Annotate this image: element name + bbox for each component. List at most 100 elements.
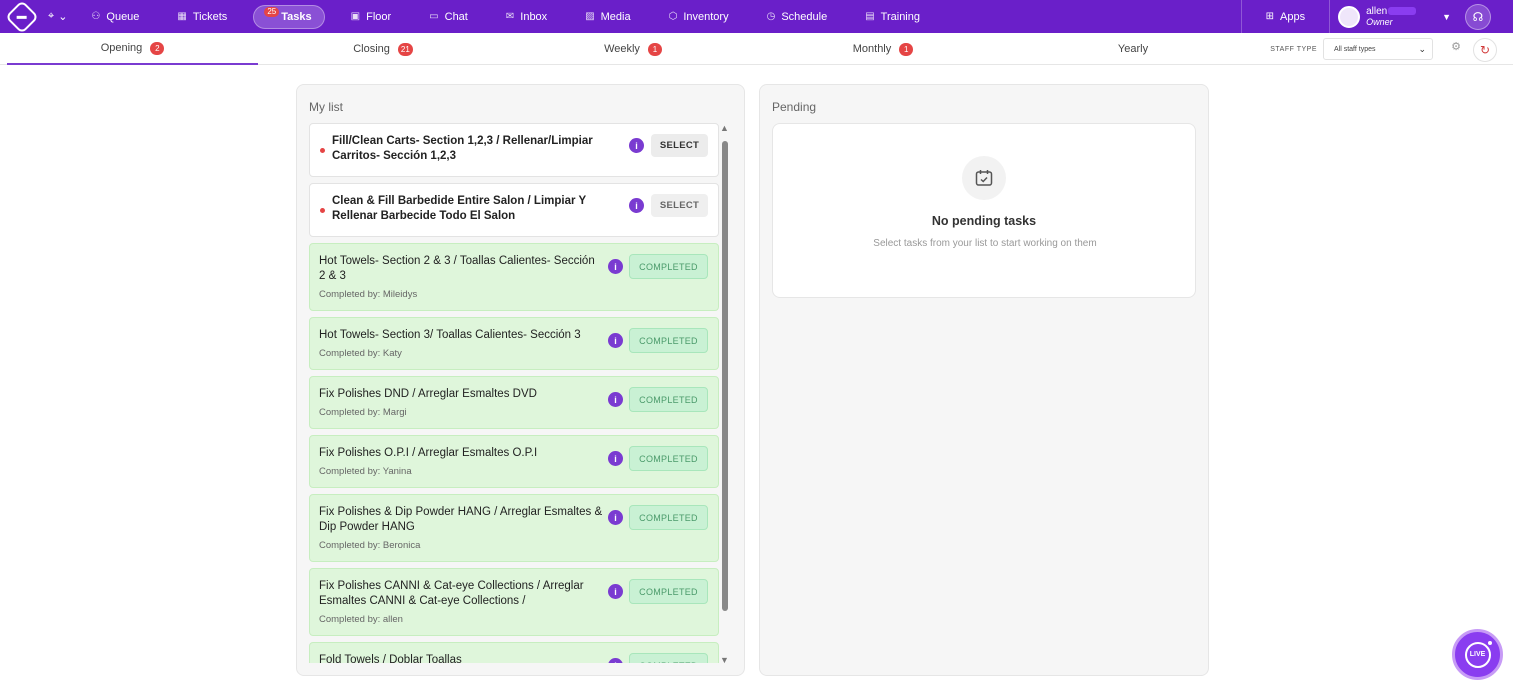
staff-type-value: All staff types <box>1334 45 1376 53</box>
info-icon[interactable]: i <box>608 510 623 525</box>
users-icon: ⚇ <box>91 11 101 22</box>
info-icon[interactable]: i <box>608 658 623 663</box>
tab-count-badge: 1 <box>899 42 914 56</box>
task-title: Fix Polishes O.P.I / Arreglar Esmaltes O… <box>319 447 538 459</box>
tab-label: Monthly <box>852 43 892 55</box>
select-button[interactable]: SELECT <box>651 194 708 217</box>
task-item[interactable]: Fold Towels / Doblar Toallas i COMPLETED <box>309 642 719 663</box>
task-item[interactable]: Fix Polishes CANNI & Cat-eye Collections… <box>309 568 719 636</box>
nav-label: Tasks <box>281 10 312 23</box>
task-title: Clean & Fill Barbedide Entire Salon / Li… <box>332 195 586 222</box>
grid-icon: ⊞ <box>1265 11 1274 22</box>
nav-media[interactable]: ▨ Media <box>573 5 642 29</box>
tab-weekly[interactable]: Weekly 1 <box>508 33 758 65</box>
headset-icon[interactable]: ☊ <box>1465 3 1491 30</box>
tab-label: Yearly <box>1117 43 1149 55</box>
nav-chat[interactable]: ▭ Chat <box>417 5 480 29</box>
completed-status: COMPLETED <box>629 579 708 604</box>
panel-title: My list <box>309 100 343 114</box>
staff-type-label: STAFF TYPE <box>1270 45 1317 53</box>
live-button[interactable]: LIVE <box>1452 629 1503 680</box>
completed-by: Completed by: Mileidys <box>319 289 418 300</box>
task-item[interactable]: Hot Towels- Section 2 & 3 / Toallas Cali… <box>309 243 719 311</box>
tab-count-badge: 21 <box>397 42 413 56</box>
task-title: Fix Polishes DND / Arreglar Esmaltes DVD <box>319 388 537 400</box>
completed-status: COMPLETED <box>629 254 708 279</box>
apps-button[interactable]: ⊞ Apps <box>1240 0 1331 33</box>
location-selector[interactable]: ⌖ ⌄ <box>48 10 67 23</box>
nav-floor[interactable]: ▣ Floor <box>339 5 404 29</box>
completed-by: Completed by: Beronica <box>319 540 421 551</box>
tab-closing[interactable]: Closing 21 <box>258 33 508 65</box>
user-role: Owner <box>1366 16 1393 27</box>
clock-icon: ◷ <box>766 11 776 22</box>
completed-status: COMPLETED <box>629 505 708 530</box>
tab-opening[interactable]: Opening 2 <box>7 33 258 65</box>
nav-label: Tickets <box>192 10 228 23</box>
nav-tasks[interactable]: 25☐Tasks <box>253 4 325 29</box>
task-item[interactable]: Hot Towels- Section 3/ Toallas Calientes… <box>309 317 719 370</box>
tab-label: Closing <box>353 43 390 55</box>
task-item[interactable]: Clean & Fill Barbedide Entire Salon / Li… <box>309 183 719 237</box>
empty-state-title: No pending tasks <box>931 214 1037 228</box>
tab-monthly[interactable]: Monthly 1 <box>758 33 1008 65</box>
info-icon[interactable]: i <box>608 333 623 348</box>
nav-label: Inventory <box>683 10 729 23</box>
tab-label: Opening <box>100 42 143 54</box>
panel-title: Pending <box>772 100 817 114</box>
nav-label: Chat <box>444 10 468 23</box>
completed-status: COMPLETED <box>629 653 708 663</box>
gear-icon[interactable]: ⚙ <box>1451 40 1461 53</box>
main-nav: ⚇ Queue ▦ Tickets 25☐Tasks ▣ Floor ▭ Chat ✉ I… <box>79 4 946 29</box>
info-icon[interactable]: i <box>608 451 623 466</box>
nav-tickets[interactable]: ▦ Tickets <box>165 5 239 29</box>
box-icon: ⬡ <box>668 11 678 22</box>
completed-by: Completed by: Katy <box>319 348 402 359</box>
task-item[interactable]: Fix Polishes & Dip Powder HANG / Arregla… <box>309 494 719 562</box>
nav-label: Schedule <box>781 10 828 23</box>
nav-label: Inbox <box>520 10 548 23</box>
task-item[interactable]: Fix Polishes O.P.I / Arreglar Esmaltes O… <box>309 435 719 488</box>
task-item[interactable]: Fill/Clean Carts- Section 1,2,3 / Rellen… <box>309 123 719 177</box>
nav-schedule[interactable]: ◷ Schedule <box>755 5 840 29</box>
nav-training[interactable]: ▤ Training <box>853 5 932 29</box>
nav-inbox[interactable]: ✉ Inbox <box>494 5 559 29</box>
pending-panel: Pending No pending tasks Select tasks fr… <box>759 84 1209 676</box>
task-title: Fix Polishes & Dip Powder HANG / Arregla… <box>319 506 603 533</box>
tab-count-badge: 1 <box>647 42 662 56</box>
nav-queue[interactable]: ⚇ Queue <box>79 5 151 29</box>
refresh-icon[interactable]: ↻ <box>1473 38 1497 62</box>
staff-type-select[interactable]: All staff types ⌄ <box>1323 38 1433 60</box>
info-icon[interactable]: i <box>608 392 623 407</box>
my-list-panel: My list Fill/Clean Carts- Section 1,2,3 … <box>296 84 745 676</box>
completed-by: Completed by: allen <box>319 614 403 625</box>
live-indicator-dot <box>1486 639 1494 647</box>
info-icon[interactable]: i <box>608 584 623 599</box>
task-list: Fill/Clean Carts- Section 1,2,3 / Rellen… <box>309 123 719 663</box>
image-icon: ▨ <box>585 11 595 22</box>
caret-down-icon: ▼ <box>1442 11 1451 22</box>
nav-label: Training <box>880 10 920 23</box>
select-button[interactable]: SELECT <box>651 134 708 157</box>
user-name: allen <box>1366 6 1430 17</box>
location-pin-icon: ⌖ <box>48 10 55 22</box>
nav-inventory[interactable]: ⬡ Inventory <box>657 5 741 29</box>
top-nav-bar: ⌖ ⌄ ⚇ Queue ▦ Tickets 25☐Tasks ▣ Floor ▭ Cha… <box>0 0 1513 34</box>
scroll-down-icon[interactable]: ▼ <box>720 655 729 665</box>
task-item[interactable]: Fix Polishes DND / Arreglar Esmaltes DVD… <box>309 376 719 429</box>
completed-status: COMPLETED <box>629 446 708 471</box>
status-dot <box>320 208 325 213</box>
tab-yearly[interactable]: Yearly <box>1008 33 1258 65</box>
calendar-check-icon <box>962 156 1006 200</box>
scroll-up-icon[interactable]: ▲ <box>720 123 729 133</box>
nav-label: Floor <box>366 10 392 23</box>
info-icon[interactable]: i <box>629 138 644 153</box>
info-icon[interactable]: i <box>608 259 623 274</box>
list-scrollbar[interactable]: ▲ ▼ <box>720 123 729 665</box>
info-icon[interactable]: i <box>629 198 644 213</box>
nav-label: Queue <box>106 10 140 23</box>
app-logo-icon[interactable] <box>5 0 39 34</box>
user-menu[interactable]: allen Owner ▼ <box>1330 0 1461 33</box>
scroll-thumb[interactable] <box>722 141 728 611</box>
nav-label: Media <box>600 10 631 23</box>
